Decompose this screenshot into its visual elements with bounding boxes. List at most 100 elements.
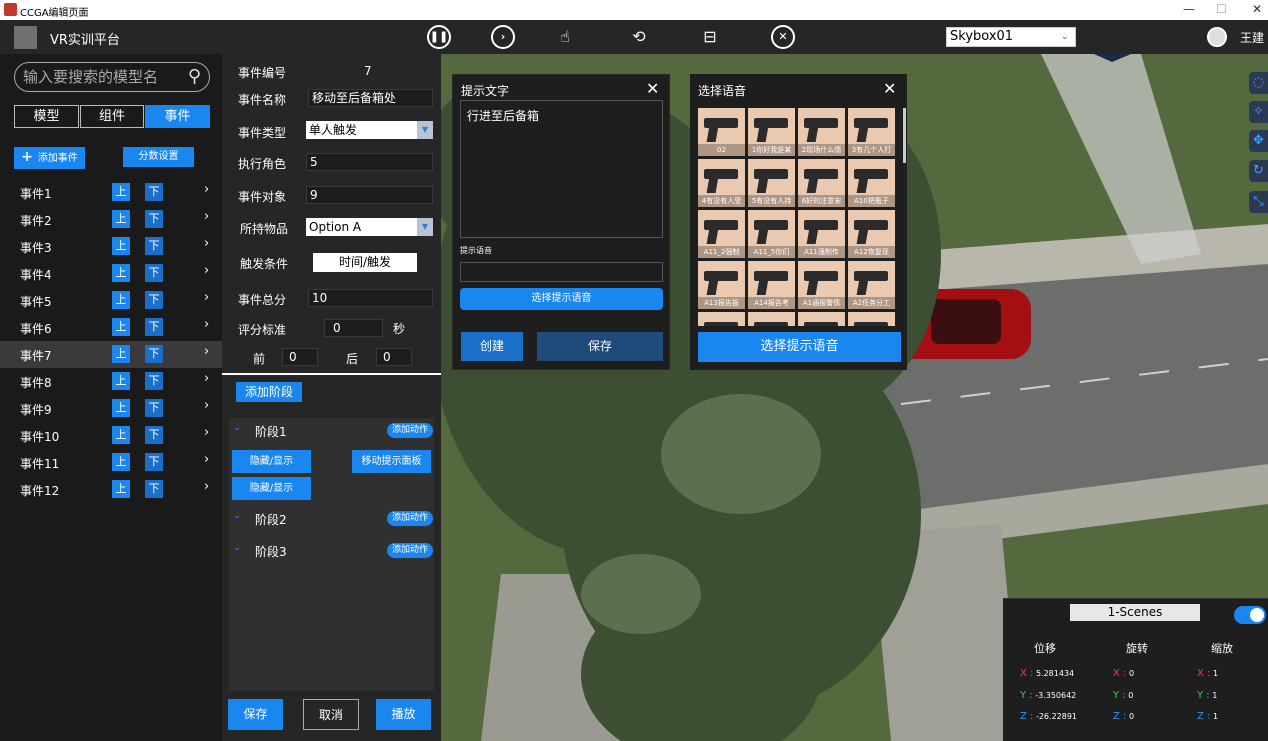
action-button[interactable]: 移动提示面板 (352, 450, 431, 473)
move-up-button[interactable]: 上 (112, 264, 130, 282)
event-list-item[interactable]: 事件6 上下 › (0, 314, 222, 341)
scene-toggle[interactable] (1234, 606, 1266, 624)
move-down-button[interactable]: 下 (145, 210, 163, 228)
event-list-item[interactable]: 事件7 上下 › (0, 341, 222, 368)
move-up-button[interactable]: 上 (112, 291, 130, 309)
add-event-button[interactable]: + 添加事件 (14, 147, 85, 169)
event-list-item[interactable]: 事件10 上下 › (0, 422, 222, 449)
move-up-button[interactable]: 上 (112, 399, 130, 417)
maximize-button[interactable]: ☐ (1216, 2, 1227, 16)
pos-y[interactable]: Y : -3.350642 (1020, 690, 1076, 701)
voice-item[interactable]: 2现场什么情 (798, 108, 845, 156)
scrollbar[interactable] (903, 108, 906, 163)
event-name-field[interactable]: 移动至后备箱处 (308, 89, 433, 107)
scale-x[interactable]: X : 1 (1197, 668, 1218, 679)
voice-item[interactable]: A11强制传 (798, 210, 845, 258)
chevron-right-icon[interactable]: › (204, 209, 209, 224)
chevron-right-icon[interactable]: › (204, 317, 209, 332)
rot-y[interactable]: Y : 0 (1113, 690, 1133, 701)
trigger-button[interactable]: 时间/触发 (313, 253, 417, 272)
pointer-icon[interactable]: ☝ (553, 25, 577, 49)
save-button[interactable]: 保存 (228, 699, 283, 730)
before-field[interactable]: 0 (282, 348, 318, 366)
tab-models[interactable]: 模型 (14, 105, 79, 128)
move-up-button[interactable]: 上 (112, 183, 130, 201)
move-up-button[interactable]: 上 (112, 318, 130, 336)
rot-x[interactable]: X : 0 (1113, 668, 1134, 679)
pos-z[interactable]: Z : -26.22891 (1020, 711, 1077, 722)
camera-rotate-icon[interactable]: ⟲ (627, 25, 651, 49)
voice-item[interactable]: 1你好我是某 (748, 108, 795, 156)
play-button[interactable]: 播放 (376, 699, 431, 730)
tab-components[interactable]: 组件 (80, 105, 144, 128)
lightbulb-icon[interactable]: ◌ (1249, 72, 1268, 94)
move-up-button[interactable]: 上 (112, 345, 130, 363)
search-icon[interactable]: ⚲ (188, 63, 201, 91)
rot-z[interactable]: Z : 0 (1113, 711, 1134, 722)
voice-item[interactable] (748, 312, 795, 326)
move-up-button[interactable]: 上 (112, 372, 130, 390)
next-icon[interactable]: › (491, 25, 515, 49)
pause-icon[interactable]: ❚❚ (427, 25, 451, 49)
search-input[interactable]: 输入要搜索的模型名 ⚲ (14, 62, 210, 92)
add-action-button[interactable]: 添加动作 (387, 511, 433, 526)
move-tool-icon[interactable]: ✥ (1249, 130, 1268, 152)
tip-text-area[interactable]: 行进至后备箱 (460, 100, 663, 238)
voice-item[interactable]: A14报告考 (748, 261, 795, 309)
after-field[interactable]: 0 (376, 348, 412, 366)
chevron-right-icon[interactable]: › (204, 182, 209, 197)
chevron-right-icon[interactable]: › (204, 479, 209, 494)
event-list-item[interactable]: 事件9 上下 › (0, 395, 222, 422)
event-list-item[interactable]: 事件4 上下 › (0, 260, 222, 287)
close-window-button[interactable]: ✕ (1252, 2, 1262, 16)
chevron-right-icon[interactable]: › (204, 263, 209, 278)
move-down-button[interactable]: 下 (145, 237, 163, 255)
voice-item[interactable] (698, 312, 745, 326)
tip-voice-field[interactable] (460, 262, 663, 282)
scale-y[interactable]: Y : 1 (1197, 690, 1217, 701)
add-action-button[interactable]: 添加动作 (387, 423, 433, 438)
event-list-item[interactable]: 事件2 上下 › (0, 206, 222, 233)
criteria-field[interactable]: 0 (324, 319, 383, 337)
move-down-button[interactable]: 下 (145, 453, 163, 471)
rotate-tool-icon[interactable]: ↻ (1249, 160, 1268, 182)
move-down-button[interactable]: 下 (145, 426, 163, 444)
tip-save-button[interactable]: 保存 (537, 332, 663, 361)
event-type-select[interactable]: 单人触发 ▼ (306, 121, 433, 139)
voice-item[interactable]: A10把瓶子 (848, 159, 895, 207)
minimize-button[interactable]: — (1183, 2, 1195, 16)
move-up-button[interactable]: 上 (112, 237, 130, 255)
move-up-button[interactable]: 上 (112, 453, 130, 471)
voice-item[interactable]: A11_2强制 (698, 210, 745, 258)
action-button[interactable]: 隐藏/显示 (232, 450, 311, 473)
event-list-item[interactable]: 事件12 上下 › (0, 476, 222, 503)
confirm-voice-button[interactable]: 选择提示语音 (698, 332, 901, 362)
chevron-right-icon[interactable]: › (204, 425, 209, 440)
chevron-right-icon[interactable]: › (204, 236, 209, 251)
create-button[interactable]: 创建 (461, 332, 523, 361)
select-voice-button[interactable]: 选择提示语音 (460, 288, 663, 310)
voice-item[interactable]: A2任务分工 (848, 261, 895, 309)
scale-tool-icon[interactable]: ⤡ (1249, 191, 1268, 213)
tab-events[interactable]: 事件 (145, 105, 210, 128)
move-down-button[interactable]: 下 (145, 183, 163, 201)
move-down-button[interactable]: 下 (145, 372, 163, 390)
target-field[interactable]: 9 (306, 186, 433, 204)
chevron-right-icon[interactable]: › (204, 290, 209, 305)
voice-item[interactable]: A1通报警情 (798, 261, 845, 309)
skybox-select[interactable]: Skybox01 ⌄ (946, 27, 1076, 47)
avatar[interactable] (1207, 27, 1227, 47)
voice-item[interactable]: 3有几个人打 (848, 108, 895, 156)
close-icon[interactable]: ✕ (646, 79, 659, 98)
event-list-item[interactable]: 事件1 上下 › (0, 179, 222, 206)
voice-item[interactable]: 5有没有人持 (748, 159, 795, 207)
event-list-item[interactable]: 事件3 上下 › (0, 233, 222, 260)
add-stage-button[interactable]: 添加阶段 (236, 382, 302, 402)
save-icon[interactable]: ⊟ (698, 25, 722, 49)
pos-x[interactable]: X : 5.281434 (1020, 668, 1074, 679)
voice-item[interactable]: 02 (698, 108, 745, 156)
voice-item[interactable]: A11_5你们 (748, 210, 795, 258)
voice-item[interactable]: A12恢复现 (848, 210, 895, 258)
score-field[interactable]: 10 (308, 289, 433, 307)
voice-item[interactable]: A13报告报 (698, 261, 745, 309)
